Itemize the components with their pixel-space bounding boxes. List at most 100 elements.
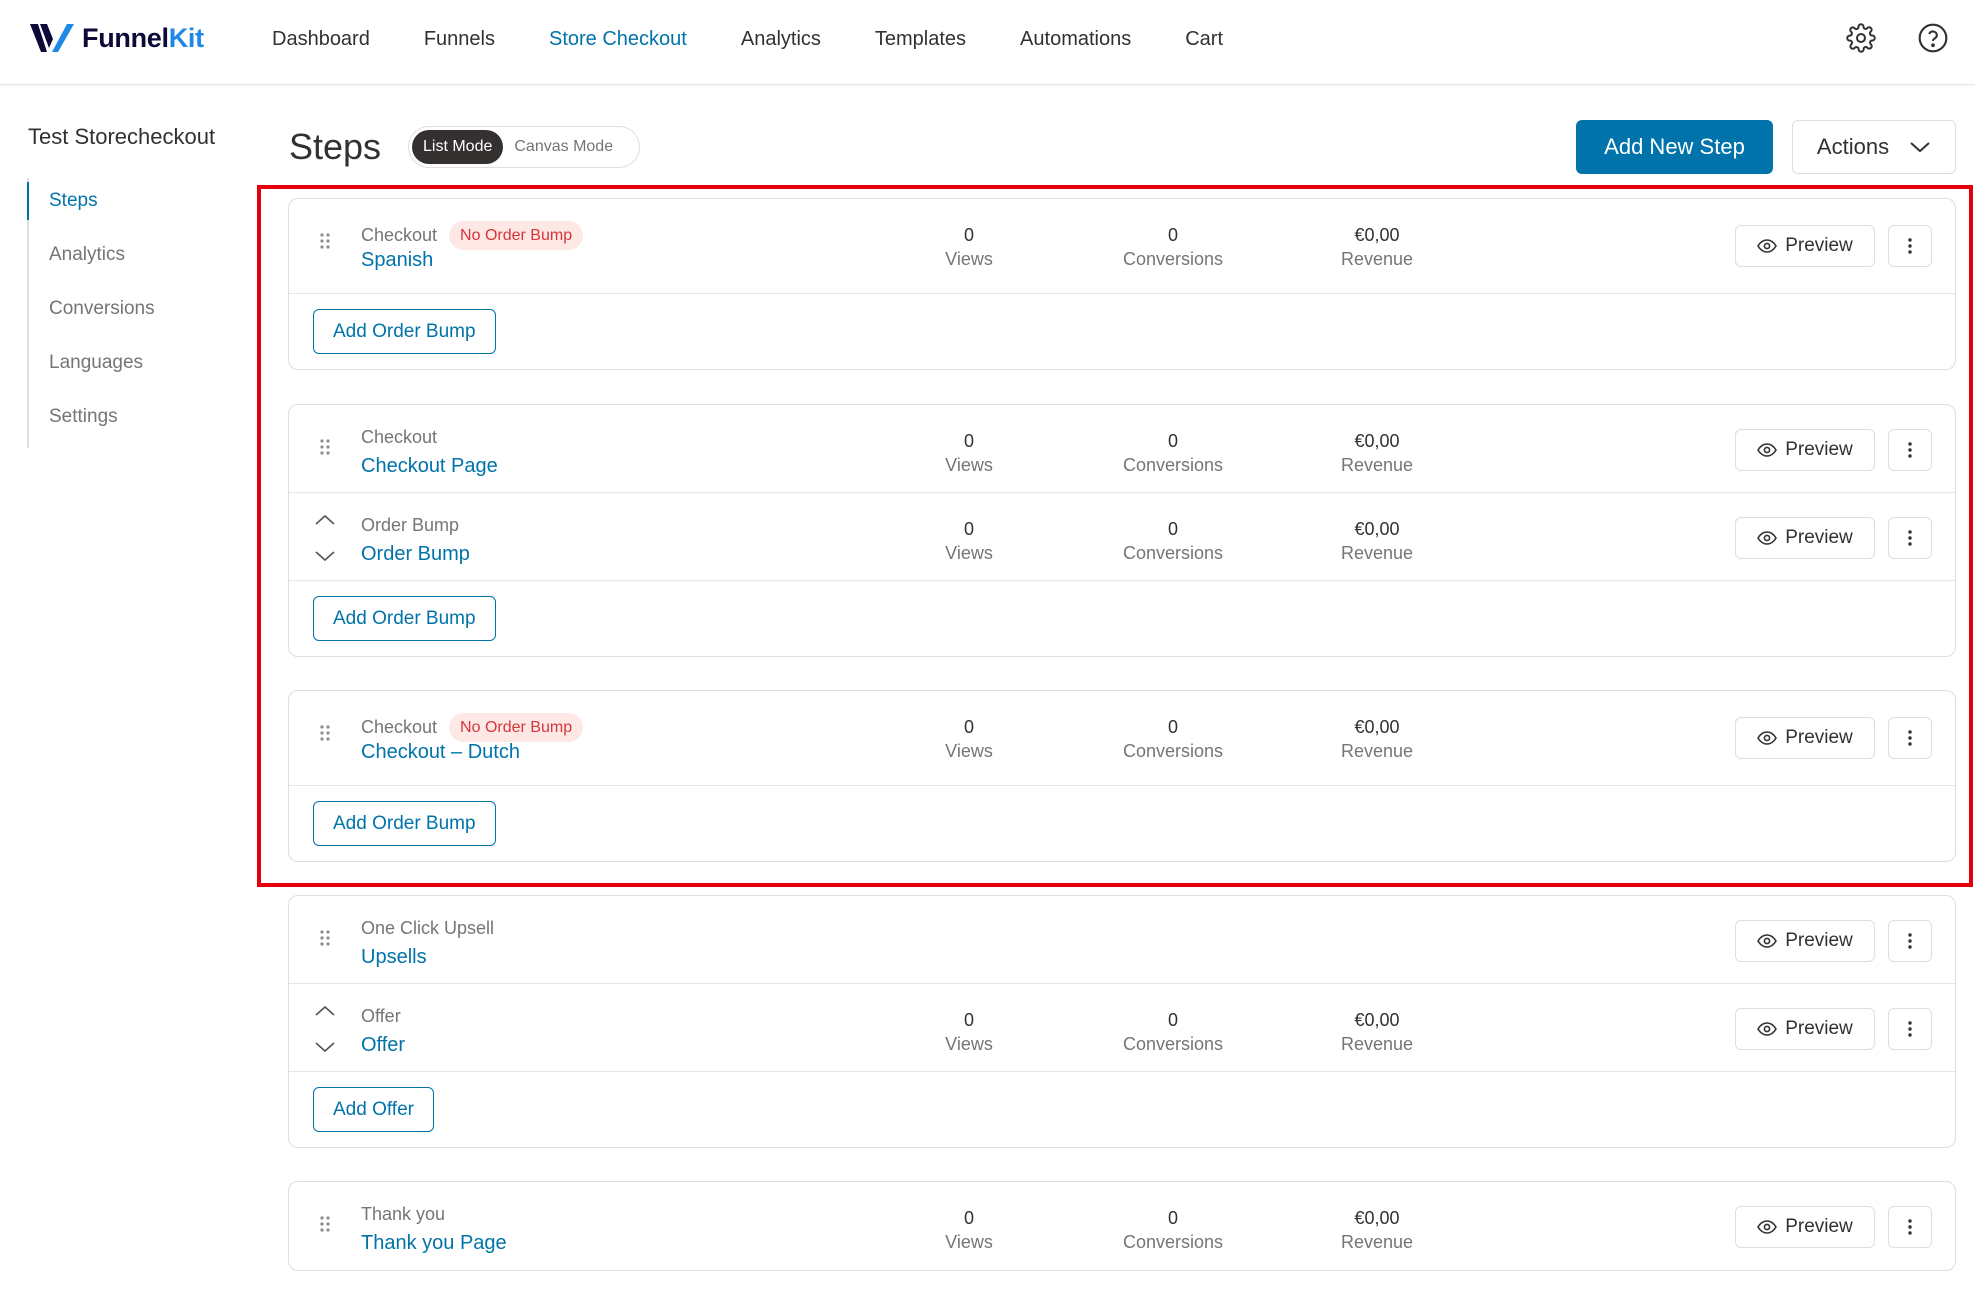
step-card: Checkout No Order Bump Spanish 0 Views 0 C… <box>288 198 1956 370</box>
step-type: Thank you <box>361 1204 445 1225</box>
nav-analytics[interactable]: Analytics <box>741 28 821 51</box>
preview-button[interactable]: Preview <box>1735 1008 1875 1050</box>
drag-handle-icon[interactable] <box>319 724 331 742</box>
revenue-stat: €0,00 Revenue <box>1277 715 1477 763</box>
more-options-button[interactable] <box>1888 920 1932 962</box>
more-vertical-icon <box>1908 442 1912 458</box>
views-stat: 0 Views <box>869 429 1069 477</box>
step-type-label: Offer <box>361 1006 401 1026</box>
eye-icon <box>1757 731 1778 745</box>
views-stat: 0 Views <box>869 1206 1069 1254</box>
canvas-mode-button[interactable]: Canvas Mode <box>503 130 624 164</box>
preview-button[interactable]: Preview <box>1735 429 1875 471</box>
preview-button[interactable]: Preview <box>1735 517 1875 559</box>
preview-button[interactable]: Preview <box>1735 225 1875 267</box>
step-name-link[interactable]: Checkout – Dutch <box>361 741 520 764</box>
revenue-value: €0,00 <box>1354 1208 1400 1228</box>
drag-handle-icon[interactable] <box>319 1215 331 1233</box>
views-stat: 0 Views <box>869 517 1069 565</box>
eye-icon <box>1757 239 1778 253</box>
step-type: Checkout No Order Bump <box>361 221 584 250</box>
chevron-down-icon[interactable] <box>313 1040 337 1054</box>
preview-button[interactable]: Preview <box>1735 920 1875 962</box>
nav-dashboard[interactable]: Dashboard <box>272 28 370 51</box>
help-button[interactable] <box>1915 20 1951 56</box>
more-vertical-icon <box>1908 933 1912 949</box>
list-mode-button[interactable]: List Mode <box>412 130 504 164</box>
more-options-button[interactable] <box>1888 717 1932 759</box>
more-options-button[interactable] <box>1888 517 1932 559</box>
step-name-link[interactable]: Spanish <box>361 249 433 272</box>
step-name-link[interactable]: Order Bump <box>361 543 470 566</box>
preview-label: Preview <box>1785 930 1853 951</box>
revenue-label: Revenue <box>1340 543 1414 563</box>
drag-handle-icon[interactable] <box>319 232 331 250</box>
step-name-link[interactable]: Checkout Page <box>361 455 498 478</box>
sidebar-item-settings[interactable]: Settings <box>29 394 155 448</box>
add-new-step-button[interactable]: Add New Step <box>1576 120 1773 174</box>
conversions-label: Conversions <box>1122 1232 1224 1252</box>
step-name-link[interactable]: Thank you Page <box>361 1232 507 1255</box>
step-type-label: Thank you <box>361 1204 446 1224</box>
views-value: 0 <box>963 225 974 245</box>
drag-handle-icon[interactable] <box>319 438 331 456</box>
eye-icon <box>1757 531 1778 545</box>
sidebar-item-languages[interactable]: Languages <box>29 340 155 394</box>
nav-automations[interactable]: Automations <box>1020 28 1131 51</box>
revenue-value: €0,00 <box>1354 1010 1400 1030</box>
drag-handle-icon[interactable] <box>319 929 331 947</box>
nav-templates[interactable]: Templates <box>875 28 966 51</box>
sidebar-item-steps[interactable]: Steps <box>27 178 155 232</box>
nav-funnels[interactable]: Funnels <box>424 28 495 51</box>
nav-store-checkout[interactable]: Store Checkout <box>549 28 687 51</box>
revenue-stat: €0,00 Revenue <box>1277 1008 1477 1056</box>
revenue-label: Revenue <box>1340 741 1414 761</box>
add-order-bump-button[interactable]: Add Order Bump <box>313 801 496 846</box>
funnelkit-logo[interactable]: FunnelKit <box>28 20 204 56</box>
chevron-up-icon[interactable] <box>313 513 337 527</box>
add-offer-button[interactable]: Add Offer <box>313 1087 434 1132</box>
revenue-value: €0,00 <box>1354 225 1400 245</box>
revenue-value: €0,00 <box>1354 519 1400 539</box>
chevron-down-icon[interactable] <box>313 549 337 563</box>
conversions-stat: 0 Conversions <box>1073 1206 1273 1254</box>
views-value: 0 <box>963 431 974 451</box>
conversions-value: 0 <box>1167 1010 1178 1030</box>
step-name-link[interactable]: Offer <box>361 1034 405 1057</box>
preview-button[interactable]: Preview <box>1735 1206 1875 1248</box>
nav-cart[interactable]: Cart <box>1185 28 1223 51</box>
step-card: Checkout No Order Bump Checkout – Dutch … <box>288 690 1956 862</box>
revenue-label: Revenue <box>1340 249 1414 269</box>
eye-icon <box>1757 934 1778 948</box>
eye-icon <box>1757 1022 1778 1036</box>
step-card: One Click Upsell Upsells Preview Offer O… <box>288 895 1956 1148</box>
sidebar-item-conversions[interactable]: Conversions <box>29 286 155 340</box>
actions-dropdown[interactable]: Actions <box>1792 120 1956 174</box>
chevron-up-icon[interactable] <box>313 1004 337 1018</box>
step-row: Offer Offer 0 Views 0 Conversions €0,00 Rev… <box>289 984 1955 1072</box>
step-name-link[interactable]: Upsells <box>361 946 427 969</box>
more-options-button[interactable] <box>1888 225 1932 267</box>
step-row: Checkout No Order Bump Spanish 0 Views 0 C… <box>289 199 1955 294</box>
settings-button[interactable] <box>1843 20 1879 56</box>
preview-label: Preview <box>1785 1216 1853 1237</box>
step-row: Order Bump Order Bump 0 Views 0 Conversion… <box>289 493 1955 581</box>
revenue-stat: €0,00 Revenue <box>1277 1206 1477 1254</box>
step-type: Offer <box>361 1006 401 1027</box>
more-options-button[interactable] <box>1888 429 1932 471</box>
step-type-label: Checkout <box>361 717 438 737</box>
conversions-stat: 0 Conversions <box>1073 223 1273 271</box>
preview-button[interactable]: Preview <box>1735 717 1875 759</box>
step-card: Thank you Thank you Page 0 Views 0 Convers… <box>288 1181 1956 1271</box>
views-stat: 0 Views <box>869 223 1069 271</box>
step-card: Checkout Checkout Page 0 Views 0 Conversio… <box>288 404 1956 657</box>
more-options-button[interactable] <box>1888 1206 1932 1248</box>
sidebar-item-analytics[interactable]: Analytics <box>29 232 155 286</box>
add-order-bump-button[interactable]: Add Order Bump <box>313 309 496 354</box>
more-options-button[interactable] <box>1888 1008 1932 1050</box>
step-type-label: Checkout <box>361 427 438 447</box>
conversions-label: Conversions <box>1122 741 1224 761</box>
more-vertical-icon <box>1908 1021 1912 1037</box>
add-order-bump-button[interactable]: Add Order Bump <box>313 596 496 641</box>
step-type: One Click Upsell <box>361 918 494 939</box>
